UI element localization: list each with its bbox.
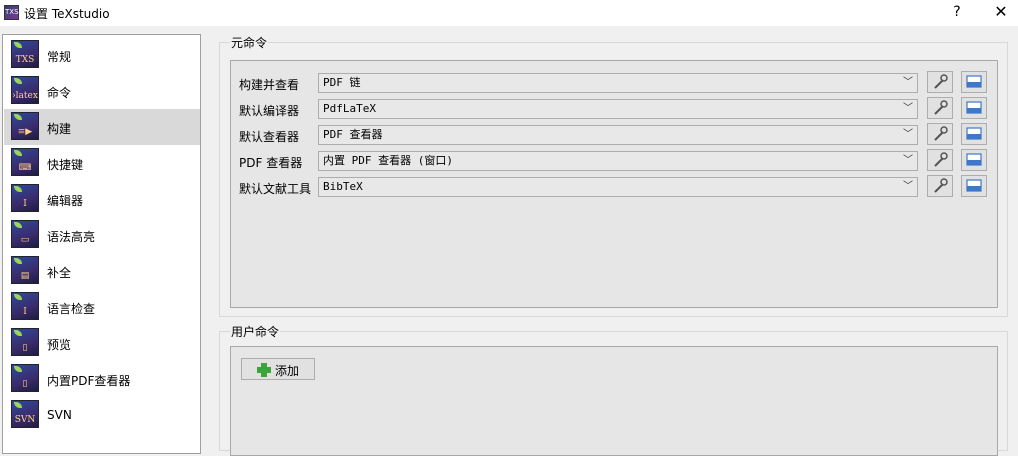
- configure-button[interactable]: [927, 71, 953, 93]
- user-commands-title: 用户命令: [230, 323, 281, 340]
- meta-command-row: 默认文献工具 BibTeX ﹀: [231, 175, 991, 201]
- save-button[interactable]: [961, 97, 987, 119]
- sidebar-item-preview[interactable]: ▯ 预览: [4, 325, 200, 361]
- wrench-icon: [934, 126, 948, 141]
- texstudio-app-icon: TXS: [4, 5, 19, 20]
- chevron-down-icon: ﹀: [903, 155, 913, 166]
- title-bar: TXS 设置 TeXstudio ? ✕: [0, 0, 1018, 26]
- chevron-down-icon: ﹀: [903, 181, 913, 192]
- window-title: 设置 TeXstudio: [24, 7, 110, 21]
- meta-command-label: 默认编译器: [239, 104, 300, 118]
- wrench-icon: [934, 100, 948, 115]
- add-button-label: 添加: [275, 364, 300, 378]
- meta-command-row: PDF 查看器 内置 PDF 查看器 (窗口) ﹀: [231, 149, 991, 175]
- latex-icon: ›latex: [11, 76, 39, 104]
- highlight-icon: ▭: [11, 220, 39, 248]
- editor-cursor-icon: I: [11, 184, 39, 212]
- select-value: PDF 链: [323, 76, 361, 89]
- save-button[interactable]: [961, 149, 987, 171]
- add-command-button[interactable]: 添加: [241, 358, 315, 380]
- configure-button[interactable]: [927, 97, 953, 119]
- settings-category-list[interactable]: TXS 常规 ›latex 命令 ≡▶ 构建 ⌨ 快捷键 I 编辑器 ▭ 语法高…: [2, 34, 201, 454]
- save-icon: [966, 179, 982, 192]
- keyboard-icon: ⌨: [11, 148, 39, 176]
- help-button[interactable]: ?: [934, 0, 980, 26]
- sidebar-item-internal-pdf-viewer[interactable]: ▯ 内置PDF查看器: [4, 361, 200, 397]
- sidebar-item-shortcuts[interactable]: ⌨ 快捷键: [4, 145, 200, 181]
- sidebar-item-label: 语法高亮: [47, 230, 96, 244]
- sidebar-item-label: 补全: [47, 266, 72, 280]
- sidebar-item-syntax-highlighting[interactable]: ▭ 语法高亮: [4, 217, 200, 253]
- sidebar-item-svn[interactable]: SVN SVN: [4, 397, 200, 433]
- user-commands-group: 用户命令 添加: [219, 323, 1008, 456]
- txs-icon: TXS: [11, 40, 39, 68]
- save-icon: [966, 75, 982, 88]
- save-icon: [966, 127, 982, 140]
- sidebar-item-label: SVN: [47, 408, 72, 422]
- sidebar-item-language-check[interactable]: I 语言检查: [4, 289, 200, 325]
- chevron-down-icon: ﹀: [903, 129, 913, 140]
- save-button[interactable]: [961, 175, 987, 197]
- configure-button[interactable]: [927, 123, 953, 145]
- chevron-down-icon: ﹀: [903, 103, 913, 114]
- chevron-down-icon: ﹀: [903, 77, 913, 88]
- meta-command-label: 默认查看器: [239, 130, 300, 144]
- sidebar-item-completion[interactable]: ▤ 补全: [4, 253, 200, 289]
- default-bibliography-tool-select[interactable]: BibTeX ﹀: [318, 177, 918, 197]
- meta-command-label: 构建并查看: [239, 78, 300, 92]
- preview-icon: ▯: [11, 328, 39, 356]
- meta-command-label: 默认文献工具: [239, 182, 312, 196]
- save-icon: [966, 153, 982, 166]
- configure-button[interactable]: [927, 175, 953, 197]
- pdf-viewer-select[interactable]: 内置 PDF 查看器 (窗口) ﹀: [318, 151, 918, 171]
- meta-command-row: 默认编译器 PdfLaTeX ﹀: [231, 97, 991, 123]
- build-icon: ≡▶: [11, 112, 39, 140]
- close-button[interactable]: ✕: [978, 0, 1018, 26]
- sidebar-item-label: 构建: [47, 122, 72, 136]
- sidebar-item-commands[interactable]: ›latex 命令: [4, 73, 200, 109]
- select-value: PDF 查看器: [323, 128, 383, 141]
- save-icon: [966, 101, 982, 114]
- default-compiler-select[interactable]: PdfLaTeX ﹀: [318, 99, 918, 119]
- meta-commands-group: 元命令 构建并查看 PDF 链 ﹀ 默认编译器 PdfLaTeX ﹀ 默认查看器 P…: [219, 34, 1008, 317]
- sidebar-item-label: 编辑器: [47, 194, 84, 208]
- meta-command-label: PDF 查看器: [239, 156, 303, 170]
- completion-icon: ▤: [11, 256, 39, 284]
- svn-icon: SVN: [11, 400, 39, 428]
- sidebar-item-label: 内置PDF查看器: [47, 374, 131, 388]
- sidebar-item-label: 常规: [47, 50, 72, 64]
- wrench-icon: [934, 178, 948, 193]
- select-value: BibTeX: [323, 180, 363, 193]
- user-commands-panel: 添加: [230, 346, 998, 456]
- default-viewer-select[interactable]: PDF 查看器 ﹀: [318, 125, 918, 145]
- sidebar-item-label: 预览: [47, 338, 72, 352]
- pdf-viewer-icon: ▯: [11, 364, 39, 392]
- sidebar-item-label: 快捷键: [47, 158, 84, 172]
- sidebar-item-label: 语言检查: [47, 302, 96, 316]
- configure-button[interactable]: [927, 149, 953, 171]
- language-check-icon: I: [11, 292, 39, 320]
- meta-command-row: 构建并查看 PDF 链 ﹀: [231, 71, 991, 97]
- meta-commands-title: 元命令: [230, 34, 269, 51]
- select-value: PdfLaTeX: [323, 102, 376, 115]
- plus-icon: [257, 363, 271, 377]
- select-value: 内置 PDF 查看器 (窗口): [323, 154, 453, 167]
- sidebar-item-label: 命令: [47, 86, 72, 100]
- save-button[interactable]: [961, 71, 987, 93]
- save-button[interactable]: [961, 123, 987, 145]
- sidebar-item-editor[interactable]: I 编辑器: [4, 181, 200, 217]
- wrench-icon: [934, 74, 948, 89]
- meta-commands-panel: 构建并查看 PDF 链 ﹀ 默认编译器 PdfLaTeX ﹀ 默认查看器 PDF 查…: [230, 60, 998, 308]
- sidebar-item-build[interactable]: ≡▶ 构建: [4, 109, 200, 145]
- wrench-icon: [934, 152, 948, 167]
- sidebar-item-general[interactable]: TXS 常规: [4, 37, 200, 73]
- build-and-view-select[interactable]: PDF 链 ﹀: [318, 73, 918, 93]
- meta-command-row: 默认查看器 PDF 查看器 ﹀: [231, 123, 991, 149]
